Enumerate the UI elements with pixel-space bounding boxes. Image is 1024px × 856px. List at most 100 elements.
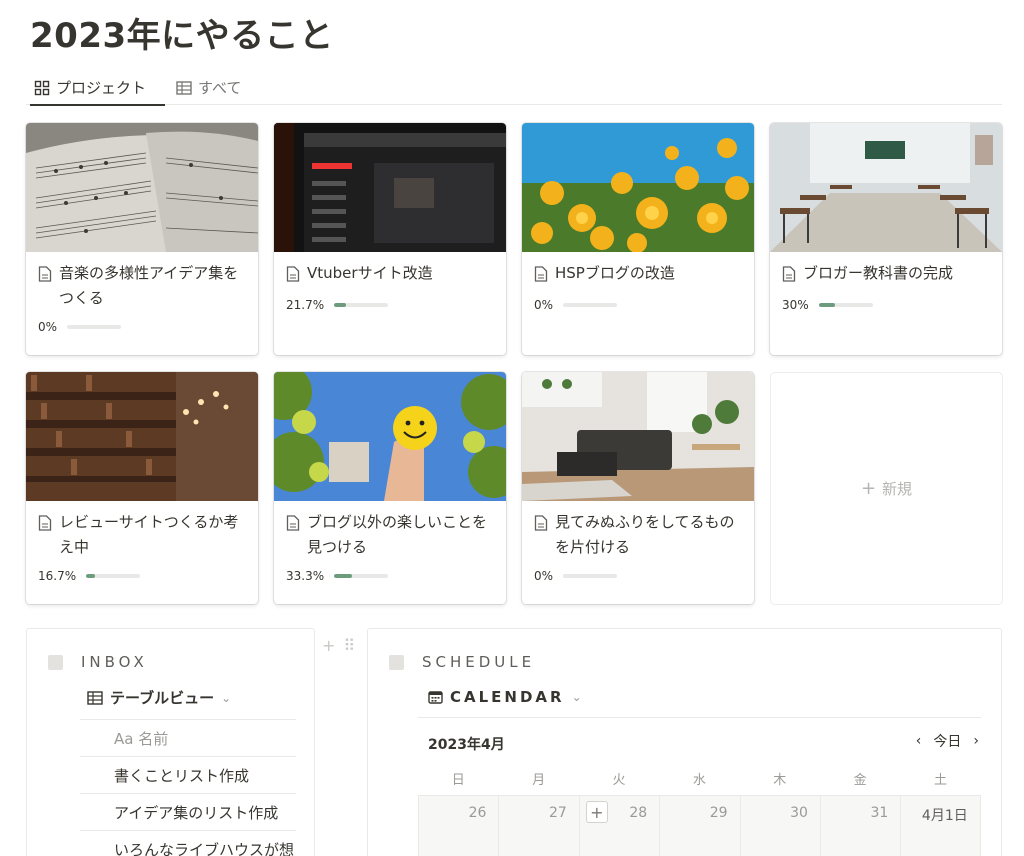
calendar-nav: ‹ 今日 › (916, 731, 979, 751)
inbox-view-label: テーブルビュー (110, 689, 215, 707)
table-row[interactable]: いろんなライブハウスが想 (80, 830, 296, 856)
progress-bar (334, 574, 389, 578)
project-card[interactable]: Vtuberサイト改造 21.7% (274, 123, 506, 355)
project-card[interactable]: 音楽の多様性アイデア集をつくる 0% (26, 123, 258, 355)
tab-projects[interactable]: プロジェクト (30, 70, 165, 106)
card-title: HSPブログの改造 (534, 261, 746, 286)
project-card[interactable]: 見てみぬふりをしてるものを片付ける 0% (522, 372, 754, 604)
weekday-label: 月 (532, 773, 546, 788)
progress-bar (86, 574, 141, 578)
card-title-text: Vtuberサイト改造 (307, 264, 433, 282)
day-number: 29 (709, 805, 728, 821)
progress-bar-fill (334, 574, 353, 578)
progress-label: 0% (534, 569, 554, 583)
table-icon (87, 690, 103, 705)
card-title-text: 見てみぬふりをしてるものを片付ける (555, 513, 735, 556)
page-icon (38, 515, 52, 531)
page-icon (286, 266, 300, 282)
card-title-text: ブログ以外の楽しいことを見つける (307, 513, 488, 556)
chevron-down-icon: ⌄ (571, 690, 585, 704)
progress-bar (67, 325, 122, 329)
project-card[interactable]: ブログ以外の楽しいことを見つける 33.3% (274, 372, 506, 604)
card-progress: 30% (782, 298, 873, 312)
progress-bar-fill (86, 574, 96, 578)
inbox-panel: INBOX テーブルビュー ⌄ Aa 名前 書くことリスト作成 アイデア集のリス… (26, 628, 315, 856)
weekday-label: 日 (451, 773, 465, 788)
card-title: Vtuberサイト改造 (286, 261, 498, 286)
card-title: ブロガー教科書の完成 (782, 261, 994, 286)
card-progress: 0% (534, 298, 618, 312)
divider (418, 717, 981, 718)
card-progress: 33.3% (286, 569, 389, 583)
plus-icon[interactable]: + (322, 636, 335, 655)
project-card[interactable]: レビューサイトつくるか考え中 16.7% (26, 372, 258, 604)
progress-label: 0% (38, 320, 58, 334)
progress-bar-fill (334, 303, 346, 307)
gallery-grid-icon (34, 80, 50, 95)
today-button[interactable]: 今日 (933, 731, 961, 751)
day-number: 31 (870, 805, 889, 821)
new-card-label: 新規 (882, 480, 913, 498)
calendar-day-cell[interactable]: 4月1日 (900, 796, 981, 856)
view-tabs: プロジェクト すべて (26, 70, 1002, 106)
weekday-label: 木 (773, 773, 787, 788)
chevron-left-icon[interactable]: ‹ (916, 733, 922, 749)
page-title: 2023年にやること (30, 16, 334, 56)
day-number: 28 (629, 805, 648, 821)
card-title-text: レビューサイトつくるか考え中 (59, 513, 239, 556)
tab-all-label: すべて (198, 79, 242, 97)
weekday-label: 水 (692, 773, 706, 788)
card-title: レビューサイトつくるか考え中 (38, 510, 250, 560)
card-progress: 0% (534, 569, 618, 583)
new-card-button[interactable]: + 新規 (771, 373, 1002, 604)
tab-projects-label: プロジェクト (56, 79, 147, 97)
youtube-screen-photo (274, 123, 506, 252)
schedule-panel: SCHEDULE CALENDAR ⌄ 2023年4月 ‹ 今日 › 日 月 火… (367, 628, 1002, 856)
add-event-button[interactable]: + (585, 801, 608, 823)
progress-label: 30% (782, 298, 809, 312)
day-number: 26 (468, 805, 487, 821)
calendar-day-cell[interactable]: 30 (739, 796, 820, 856)
calendar-view-label: CALENDAR (450, 688, 565, 706)
sheet-music-photo (26, 123, 258, 252)
card-title: ブログ以外の楽しいことを見つける (286, 510, 498, 560)
card-progress: 16.7% (38, 569, 141, 583)
calendar-day-cell[interactable]: +28 (578, 796, 660, 856)
smiley-ball-photo (274, 372, 506, 501)
inbox-view-selector[interactable]: テーブルビュー ⌄ (87, 687, 231, 708)
table-row[interactable]: 書くことリスト作成 (80, 756, 296, 793)
card-title-text: ブロガー教科書の完成 (803, 264, 954, 282)
page-icon (782, 266, 796, 282)
inbox-heading: INBOX (48, 653, 148, 671)
calendar-month-title: 2023年4月 (428, 737, 505, 753)
calendar-view-selector[interactable]: CALENDAR ⌄ (428, 688, 585, 706)
weekday-label: 火 (612, 773, 626, 788)
card-title: 音楽の多様性アイデア集をつくる (38, 261, 250, 311)
progress-label: 16.7% (38, 569, 77, 583)
card-title-text: HSPブログの改造 (555, 264, 675, 282)
schedule-heading-text: SCHEDULE (422, 653, 536, 671)
weekday-label: 金 (853, 773, 867, 788)
yellow-flowers-photo (522, 123, 754, 252)
calendar-icon (428, 691, 443, 704)
tab-all[interactable]: すべて (172, 70, 252, 105)
page-icon (534, 266, 548, 282)
calendar-day-cell[interactable]: 29 (659, 796, 740, 856)
card-title: 見てみぬふりをしてるものを片付ける (534, 510, 746, 560)
inbox-table: Aa 名前 書くことリスト作成 アイデア集のリスト作成 いろんなライブハウスが想 (80, 719, 296, 856)
library-bookshelves-photo (26, 372, 258, 501)
weekday-header: 日 月 火 水 木 金 土 (418, 769, 981, 788)
table-row[interactable]: アイデア集のリスト作成 (80, 793, 296, 830)
drag-handle-icon[interactable]: ⠿ (343, 636, 355, 655)
card-title-text: 音楽の多様性アイデア集をつくる (59, 264, 239, 307)
chevron-right-icon[interactable]: › (973, 733, 979, 749)
project-card[interactable]: HSPブログの改造 0% (522, 123, 754, 355)
calendar-day-cell[interactable]: 31 (819, 796, 901, 856)
calendar-day-cell[interactable]: 27 (498, 796, 579, 856)
project-card[interactable]: ブロガー教科書の完成 30% (770, 123, 1002, 355)
checkbox-square-icon (389, 654, 404, 670)
checkbox-square-icon (48, 654, 63, 670)
column-header-name[interactable]: Aa 名前 (80, 719, 296, 756)
progress-label: 21.7% (286, 298, 325, 312)
calendar-day-cell[interactable]: 26 (418, 796, 499, 856)
